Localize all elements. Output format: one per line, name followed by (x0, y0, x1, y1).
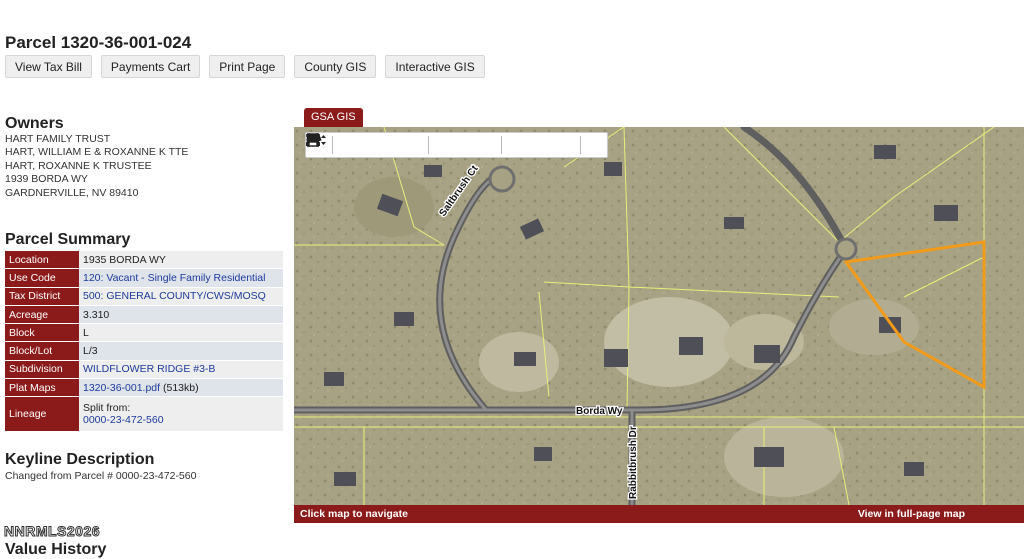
interactive-gis-button[interactable]: Interactive GIS (385, 55, 485, 78)
owners-list: HART FAMILY TRUST HART, WILLIAM E & ROXA… (5, 133, 188, 200)
row-label: Acreage (5, 305, 79, 325)
gis-map[interactable]: Saltbrush Ct Borda Wy Rabbitbrush Dr (294, 127, 1024, 505)
click-map-hint: Click map to navigate (300, 508, 408, 520)
table-row: Block L (5, 323, 283, 343)
clearing (829, 299, 919, 355)
street-label-rabbitbrush: Rabbitbrush Dr (628, 426, 639, 499)
owner-line: HART, ROXANNE K TRUSTEE (5, 159, 152, 172)
zoom-in-icon[interactable] (306, 133, 402, 155)
row-label: Use Code (5, 268, 79, 288)
toolbar-divider (501, 136, 502, 154)
table-row: Location 1935 BORDA WY (5, 251, 283, 270)
location-value: 1935 BORDA WY (79, 251, 283, 270)
row-label: Location (5, 251, 79, 270)
county-gis-button[interactable]: County GIS (294, 55, 377, 78)
row-label: Lineage (5, 396, 79, 433)
toolbar-divider (332, 136, 333, 154)
zoom-extent-icon[interactable] (306, 133, 379, 155)
table-row: Acreage 3.310 (5, 305, 283, 325)
street-label-borda: Borda Wy (576, 406, 623, 417)
owner-city: GARDNERVILLE, NV 89410 (5, 186, 139, 199)
table-row: Tax District 500: GENERAL COUNTY/CWS/MOS… (5, 287, 283, 306)
block-value: L (79, 323, 283, 343)
row-label: Block (5, 323, 79, 343)
table-row: Subdivision WILDFLOWER RIDGE #3-B (5, 360, 283, 380)
table-row: Lineage Split from: 0000-23-472-560 (5, 396, 283, 433)
owner-line: HART FAMILY TRUST (5, 133, 111, 145)
plat-map-size: (513kb) (163, 381, 199, 394)
subdivision-link[interactable]: WILDFLOWER RIDGE #3-B (83, 363, 215, 375)
map-footer-bar: Click map to navigate View in full-page … (294, 505, 1024, 523)
owner-address: 1939 BORDA WY (5, 173, 88, 186)
use-code-link[interactable]: 120: Vacant - Single Family Residential (83, 272, 265, 284)
print-page-button[interactable]: Print Page (209, 55, 286, 78)
cul-de-sac (488, 165, 516, 193)
table-row: Use Code 120: Vacant - Single Family Res… (5, 268, 283, 288)
mls-watermark: NNRMLS2026 (3, 523, 101, 540)
eraser-icon[interactable] (308, 135, 498, 155)
keyline-text: Changed from Parcel # 0000-23-472-560 (5, 470, 197, 482)
map-toolbar (305, 132, 608, 158)
map-imagery: Saltbrush Ct Borda Wy Rabbitbrush Dr (294, 127, 1024, 505)
table-row: Block/Lot L/3 (5, 341, 283, 361)
row-label: Subdivision (5, 360, 79, 380)
print-icon[interactable] (307, 133, 604, 155)
row-label: Block/Lot (5, 341, 79, 361)
measure-area-icon[interactable] (306, 134, 475, 155)
plat-map-link[interactable]: 1320-36-001.pdf (83, 382, 160, 394)
download-icon[interactable] (306, 134, 548, 155)
payments-cart-button[interactable]: Payments Cart (100, 55, 201, 78)
parcel-summary-heading: Parcel Summary (5, 231, 131, 248)
owner-line: HART, WILLIAM E & ROXANNE K TTE (5, 146, 189, 159)
row-label: Plat Maps (5, 378, 79, 398)
target-icon[interactable] (306, 133, 425, 155)
measure-distance-icon[interactable] (306, 134, 452, 155)
parcel-summary-table: Location 1935 BORDA WY Use Code 120: Vac… (5, 251, 283, 433)
gis-tab[interactable]: GSA GIS (304, 108, 363, 127)
view-tax-bill-button[interactable]: View Tax Bill (5, 55, 92, 78)
full-page-map-link[interactable]: View in full-page map (858, 508, 965, 520)
tax-district-link[interactable]: 500: GENERAL COUNTY/CWS/MOSQ (83, 290, 266, 302)
page-title: Parcel 1320-36-001-024 (5, 33, 192, 52)
table-row: Plat Maps 1320-36-001.pdf (513kb) (5, 378, 283, 398)
toolbar-divider (428, 136, 429, 154)
block-lot-value: L/3 (79, 341, 283, 361)
zoom-out-icon[interactable] (306, 133, 356, 155)
lineage-text: Split from: (83, 402, 131, 415)
owners-heading: Owners (5, 115, 64, 132)
row-label: Tax District (5, 287, 79, 306)
cul-de-sac (834, 237, 858, 261)
acreage-value: 3.310 (79, 305, 283, 325)
keyline-heading: Keyline Description (5, 451, 155, 468)
clearing (604, 297, 734, 387)
fullscreen-icon[interactable] (306, 133, 525, 155)
select-icon[interactable] (307, 135, 577, 155)
lineage-parcel-link[interactable]: 0000-23-472-560 (83, 414, 164, 426)
value-history-heading: Value History (5, 541, 107, 558)
toolbar-divider (580, 136, 581, 154)
action-buttons: View Tax Bill Payments Cart Print Page C… (5, 55, 485, 78)
